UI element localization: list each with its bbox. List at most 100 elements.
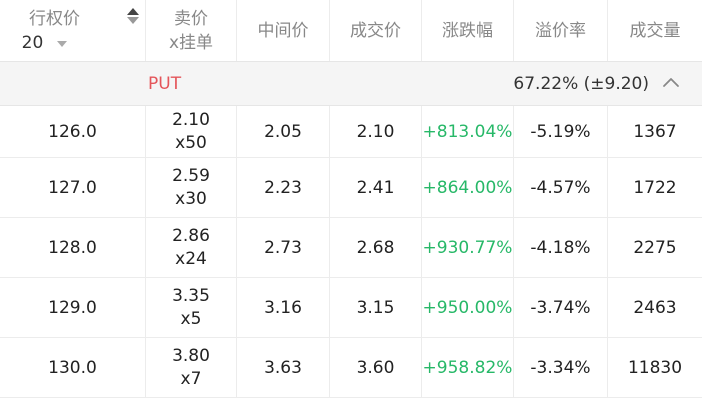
strike-cell-value: 130.0 <box>48 357 97 378</box>
ask-cell: 3.80 x7 <box>146 338 237 397</box>
volume-cell-value: 2463 <box>633 297 677 318</box>
caret-down-icon[interactable] <box>57 40 68 47</box>
mid-cell-value: 2.23 <box>264 177 302 198</box>
table-row[interactable]: 129.0 3.35 x5 3.16 3.15 +950.00% -3.74% 2463 <box>0 278 702 338</box>
change-cell-value: +813.04% <box>422 121 513 142</box>
sort-updown-icon[interactable] <box>127 8 139 24</box>
ask-price: 3.35 <box>172 285 210 306</box>
strike-cell-value: 128.0 <box>48 237 97 258</box>
change-cell-value: +864.00% <box>422 177 513 198</box>
premium-cell-value: -3.34% <box>530 357 591 378</box>
sort-down-icon[interactable] <box>127 17 139 24</box>
strike-cell-value: 129.0 <box>48 297 97 318</box>
implied-volatility: 67.22% (±9.20) <box>513 73 649 94</box>
option-chain: 行权价 20 卖价 x挂单 中间价 成交价 涨跌幅 溢价率 成交量 PUT 67… <box>0 0 702 405</box>
ask-size: x50 <box>175 132 207 153</box>
premium-cell: -4.18% <box>514 218 608 277</box>
mid-cell: 2.05 <box>237 106 330 157</box>
volume-cell-value: 2275 <box>633 237 677 258</box>
mid-cell-value: 2.05 <box>264 121 302 142</box>
last-cell-value: 3.15 <box>356 297 395 318</box>
change-header[interactable]: 涨跌幅 <box>422 0 514 61</box>
change-cell-value: +950.00% <box>422 297 513 318</box>
premium-header[interactable]: 溢价率 <box>514 0 608 61</box>
premium-cell: -4.57% <box>514 158 608 217</box>
ask-header-line1: 卖价 <box>174 8 208 29</box>
change-cell-value: +958.82% <box>422 357 513 378</box>
ask-cell: 3.35 x5 <box>146 278 237 337</box>
volume-cell: 1722 <box>608 158 702 217</box>
ask-price: 3.80 <box>172 345 210 366</box>
strike-cell: 126.0 <box>0 106 146 157</box>
put-section-bar[interactable]: PUT 67.22% (±9.20) <box>0 62 702 106</box>
premium-cell: -3.34% <box>514 338 608 397</box>
change-cell: +813.04% <box>422 106 514 157</box>
ask-price: 2.59 <box>172 165 210 186</box>
change-cell: +930.77% <box>422 218 514 277</box>
table-row[interactable]: 130.0 3.80 x7 3.63 3.60 +958.82% -3.34% 11830 <box>0 338 702 398</box>
mid-cell-value: 2.73 <box>264 237 302 258</box>
strike-cell: 128.0 <box>0 218 146 277</box>
sort-up-icon[interactable] <box>127 8 139 15</box>
last-header-label: 成交价 <box>350 20 401 41</box>
last-header[interactable]: 成交价 <box>330 0 422 61</box>
premium-cell: -3.74% <box>514 278 608 337</box>
volume-cell-value: 1722 <box>633 177 677 198</box>
premium-cell-value: -3.74% <box>530 297 591 318</box>
premium-cell-value: -4.18% <box>530 237 591 258</box>
last-cell: 2.10 <box>330 106 422 157</box>
premium-cell-value: -5.19% <box>530 121 591 142</box>
ask-cell: 2.59 x30 <box>146 158 237 217</box>
volume-cell-value: 1367 <box>633 121 677 142</box>
strike-header[interactable]: 行权价 20 <box>0 0 146 61</box>
mid-cell: 2.23 <box>237 158 330 217</box>
premium-header-label: 溢价率 <box>535 20 586 41</box>
last-cell-value: 2.68 <box>356 237 395 258</box>
ask-price: 2.10 <box>172 109 210 130</box>
volume-cell: 2275 <box>608 218 702 277</box>
premium-cell-value: -4.57% <box>530 177 591 198</box>
mid-cell: 2.73 <box>237 218 330 277</box>
put-label: PUT <box>148 73 182 94</box>
ask-cell: 2.86 x24 <box>146 218 237 277</box>
strike-cell-value: 126.0 <box>48 121 97 142</box>
last-cell: 2.68 <box>330 218 422 277</box>
volume-cell: 11830 <box>608 338 702 397</box>
change-cell: +958.82% <box>422 338 514 397</box>
table-row[interactable]: 128.0 2.86 x24 2.73 2.68 +930.77% -4.18% 2275 <box>0 218 702 278</box>
mid-header[interactable]: 中间价 <box>237 0 330 61</box>
last-cell: 2.41 <box>330 158 422 217</box>
premium-cell: -5.19% <box>514 106 608 157</box>
strike-count-dropdown[interactable]: 20 <box>22 31 68 55</box>
volume-header[interactable]: 成交量 <box>608 0 702 61</box>
ask-size: x30 <box>175 188 207 209</box>
change-cell: +950.00% <box>422 278 514 337</box>
volume-cell: 1367 <box>608 106 702 157</box>
mid-cell: 3.16 <box>237 278 330 337</box>
strike-count-value: 20 <box>21 32 44 53</box>
mid-header-label: 中间价 <box>257 20 309 41</box>
strike-cell-value: 127.0 <box>48 177 97 198</box>
mid-cell-value: 3.16 <box>264 297 302 318</box>
last-cell-value: 2.10 <box>356 121 395 142</box>
mid-cell-value: 3.63 <box>264 357 302 378</box>
strike-cell: 127.0 <box>0 158 146 217</box>
mid-cell: 3.63 <box>237 338 330 397</box>
volume-cell: 2463 <box>608 278 702 337</box>
table-row[interactable]: 126.0 2.10 x50 2.05 2.10 +813.04% -5.19% 1367 <box>0 106 702 158</box>
strike-cell: 130.0 <box>0 338 146 397</box>
ask-price: 2.86 <box>172 225 210 246</box>
change-cell: +864.00% <box>422 158 514 217</box>
last-cell: 3.60 <box>330 338 422 397</box>
ask-header[interactable]: 卖价 x挂单 <box>146 0 237 61</box>
ask-size: x7 <box>180 368 202 389</box>
ask-header-line2: x挂单 <box>168 32 214 53</box>
last-cell-value: 3.60 <box>356 357 395 378</box>
ask-cell: 2.10 x50 <box>146 106 237 157</box>
table-body: 126.0 2.10 x50 2.05 2.10 +813.04% -5.19% 1367 12… <box>0 106 702 398</box>
chevron-up-icon[interactable] <box>662 74 680 92</box>
change-cell-value: +930.77% <box>422 237 513 258</box>
ask-size: x5 <box>180 308 202 329</box>
table-row[interactable]: 127.0 2.59 x30 2.23 2.41 +864.00% -4.57% 1722 <box>0 158 702 218</box>
last-cell-value: 2.41 <box>356 177 395 198</box>
